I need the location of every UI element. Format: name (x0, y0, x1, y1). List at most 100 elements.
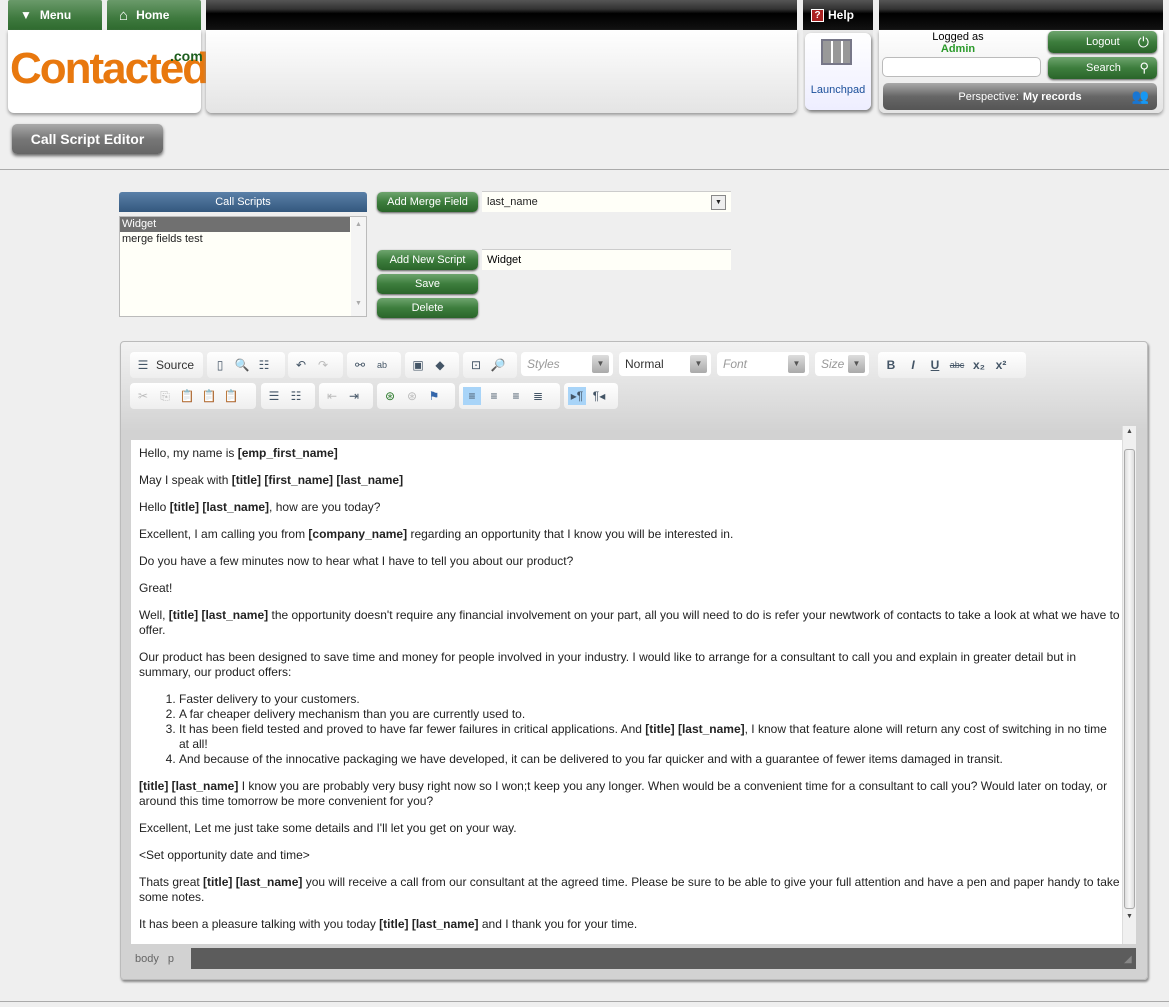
perspective-button[interactable]: Perspective: My records 👥 (883, 83, 1157, 110)
format-dropdown[interactable]: Normal ▼ (619, 352, 711, 376)
add-new-script-button[interactable]: Add New Script (377, 250, 478, 270)
call-scripts-list[interactable]: Widget merge fields test ▲ ▼ (119, 216, 367, 317)
size-dropdown[interactable]: Size ▼ (815, 352, 869, 376)
chevron-down-icon: ▼ (711, 195, 726, 210)
paste-word-icon[interactable]: 📋 (222, 387, 240, 405)
align-right-icon[interactable]: ≡ (507, 387, 525, 405)
redo-icon[interactable]: ↷ (314, 356, 332, 374)
unlink-icon[interactable]: ⊛ (403, 387, 421, 405)
path-body[interactable]: body (135, 953, 159, 965)
subscript-icon[interactable]: x₂ (970, 356, 988, 374)
scroll-down-icon[interactable]: ▼ (1123, 913, 1136, 920)
editor-scrollbar[interactable]: ▲ ▼ (1122, 426, 1136, 944)
search-button[interactable]: Search ⚲ (1048, 57, 1157, 79)
top-bar-right (879, 0, 1163, 30)
merge-field: [emp_first_name] (237, 446, 338, 460)
merge-field: [title] [last_name] (168, 608, 269, 622)
launchpad-button[interactable]: Launchpad (805, 33, 871, 110)
link-icon[interactable]: ⊛ (381, 387, 399, 405)
script-paragraph: May I speak with [title] [first_name] [l… (139, 473, 1122, 488)
superscript-icon[interactable]: x² (992, 356, 1010, 374)
script-list-item[interactable]: merge fields test (120, 232, 350, 247)
scroll-up-icon[interactable]: ▲ (1123, 428, 1136, 435)
select-all-icon[interactable]: ▣ (409, 356, 427, 374)
text-run: regarding an opportunity that I know you… (407, 527, 734, 541)
source-button[interactable]: ☰ Source (130, 352, 203, 378)
justify-icon[interactable]: ≣ (529, 387, 547, 405)
script-paragraph: <Set opportunity date and time> (139, 848, 1122, 863)
script-paragraph: Hello [title] [last_name], how are you t… (139, 500, 1122, 515)
find-icon[interactable]: ⚯ (351, 356, 369, 374)
script-paragraph: Do you have a few minutes now to hear wh… (139, 554, 1122, 569)
copy-icon[interactable]: ⎘ (156, 387, 174, 405)
new-page-icon[interactable]: ▯ (211, 356, 229, 374)
merge-field: [company_name] (308, 527, 408, 541)
delete-button[interactable]: Delete (377, 298, 478, 318)
text-run: Do you have a few minutes now to hear wh… (139, 554, 574, 568)
anchor-flag-icon[interactable]: ⚑ (425, 387, 443, 405)
text-run: Hello, my name is (139, 446, 238, 460)
preview-icon[interactable]: 🔍 (233, 356, 251, 374)
font-dropdown[interactable]: Font ▼ (717, 352, 809, 376)
scroll-thumb[interactable] (1124, 449, 1135, 909)
editor-content[interactable]: Hello, my name is [emp_first_name] May I … (131, 440, 1122, 944)
text-run: Great! (139, 581, 173, 595)
templates-icon[interactable]: ☷ (255, 356, 273, 374)
bulleted-list-icon[interactable]: ☷ (287, 387, 305, 405)
paste-text-icon[interactable]: 📋 (200, 387, 218, 405)
chevron-down-icon: ▼ (788, 355, 805, 373)
undo-icon[interactable]: ↶ (292, 356, 310, 374)
align-center-icon[interactable]: ≡ (485, 387, 503, 405)
status-bar (191, 948, 1136, 969)
merge-field-select[interactable]: last_name ▼ (482, 191, 731, 212)
element-path: body p (135, 953, 174, 965)
header-panel (206, 30, 797, 113)
add-merge-field-button[interactable]: Add Merge Field (377, 192, 478, 212)
bold-icon[interactable]: B (882, 356, 900, 374)
launchpad-icon (821, 39, 852, 65)
logout-button[interactable]: Logout ⏻ (1048, 31, 1157, 53)
paste-icon[interactable]: 📋 (178, 387, 196, 405)
search-input[interactable] (882, 57, 1041, 77)
chevron-down-icon: ▼ (592, 355, 609, 373)
numbered-list-icon[interactable]: ☰ (265, 387, 283, 405)
triangle-down-icon: ▼ (20, 8, 32, 22)
home-icon: ⌂ (119, 6, 129, 24)
help-button[interactable]: ? Help (803, 0, 873, 30)
home-button[interactable]: ⌂ Home (107, 0, 201, 30)
rtl-icon[interactable]: ¶◂ (590, 387, 608, 405)
script-name-input[interactable] (482, 249, 731, 270)
ltr-icon[interactable]: ▸¶ (568, 387, 586, 405)
strikethrough-icon[interactable]: abc (948, 356, 966, 374)
merge-field: [title] [last_name] (645, 722, 745, 736)
script-list-item[interactable]: Widget (120, 217, 350, 232)
show-blocks-icon[interactable]: 🔎 (489, 356, 507, 374)
align-left-icon[interactable]: ≡ (463, 387, 481, 405)
maximize-icon[interactable]: ⊡ (467, 356, 485, 374)
path-p[interactable]: p (168, 953, 174, 965)
logo: Contacted .com (8, 30, 209, 113)
outdent-icon[interactable]: ⇤ (323, 387, 341, 405)
save-button[interactable]: Save (377, 274, 478, 294)
styles-dropdown[interactable]: Styles ▼ (521, 352, 613, 376)
text-run: Excellent, I am calling you from (139, 527, 309, 541)
resize-handle-icon[interactable]: ◢ (1124, 954, 1132, 965)
merge-field: [title] [last_name] (169, 500, 270, 514)
text-run: May I speak with (139, 473, 232, 487)
replace-icon[interactable]: ab (373, 356, 391, 374)
remove-format-icon[interactable]: ◆ (431, 356, 449, 374)
menu-button[interactable]: ▼ Menu (8, 0, 102, 30)
script-list: Faster delivery to your customers.A far … (179, 692, 1109, 767)
script-paragraph: Our product has been designed to save ti… (139, 650, 1122, 680)
underline-icon[interactable]: U (926, 356, 944, 374)
indent-icon[interactable]: ⇥ (345, 387, 363, 405)
script-paragraph: Hello, my name is [emp_first_name] (139, 446, 1122, 461)
merge-field: [title] [last_name] (203, 875, 303, 889)
italic-icon[interactable]: I (904, 356, 922, 374)
users-icon: 👥 (1131, 88, 1149, 104)
script-paragraph: Well, [title] [last_name] the opportunit… (139, 608, 1122, 638)
text-run: and I thank you for your time. (478, 917, 638, 931)
text-run: Our product has been designed to save ti… (139, 650, 1077, 679)
cut-icon[interactable]: ✂ (134, 387, 152, 405)
list-scrollbar[interactable]: ▲ ▼ (351, 217, 366, 316)
